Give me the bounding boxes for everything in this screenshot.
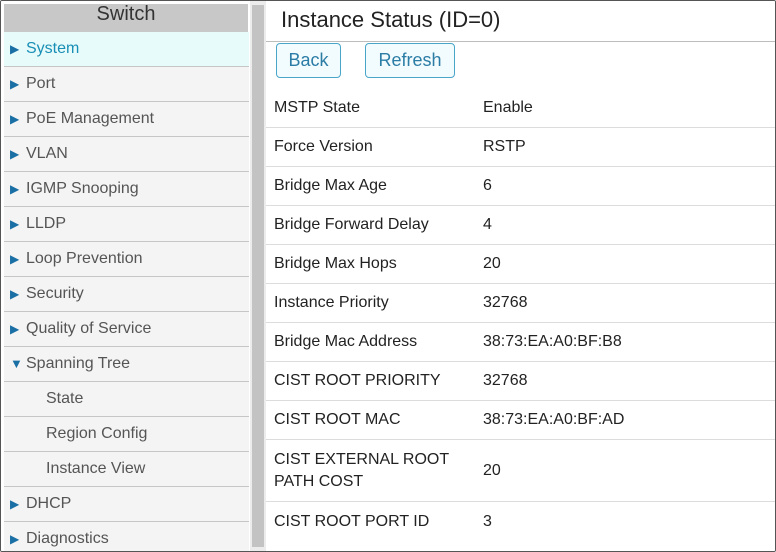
expand-arrow-icon: ▶ bbox=[10, 532, 20, 546]
expand-arrow-icon: ▶ bbox=[10, 147, 20, 161]
expand-arrow-icon: ▶ bbox=[10, 42, 20, 56]
table-row: Bridge Mac Address 38:73:EA:A0:BF:B8 bbox=[266, 323, 775, 362]
row-label: Force Version bbox=[274, 138, 373, 155]
sidebar-item-quality-of-service[interactable]: ▶ Quality of Service bbox=[4, 312, 249, 347]
row-label: Bridge Max Age bbox=[274, 177, 387, 194]
row-value: 20 bbox=[483, 255, 501, 272]
sidebar-item-label: Security bbox=[26, 285, 84, 302]
sidebar-title: Switch bbox=[4, 4, 248, 32]
sidebar-item-port[interactable]: ▶ Port bbox=[4, 67, 249, 102]
sidebar-subitem-region-config[interactable]: Region Config bbox=[4, 417, 249, 452]
sidebar-item-loop-prevention[interactable]: ▶ Loop Prevention bbox=[4, 242, 249, 277]
table-row: CIST ROOT MAC 38:73:EA:A0:BF:AD bbox=[266, 401, 775, 440]
sidebar-item-label: System bbox=[26, 40, 80, 57]
page-title: Instance Status (ID=0) bbox=[281, 7, 501, 32]
sidebar-item-label: PoE Management bbox=[26, 110, 155, 127]
table-row: Bridge Max Hops 20 bbox=[266, 245, 775, 284]
expand-arrow-icon: ▶ bbox=[10, 322, 20, 336]
expand-arrow-icon: ▶ bbox=[10, 217, 20, 231]
expand-arrow-icon: ▶ bbox=[10, 252, 20, 266]
main-content: Instance Status (ID=0) Back Refresh MSTP… bbox=[266, 1, 775, 551]
row-label: Bridge Max Hops bbox=[274, 255, 397, 272]
expand-arrow-icon: ▶ bbox=[10, 287, 20, 301]
sidebar-item-security[interactable]: ▶ Security bbox=[4, 277, 249, 312]
table-row: Instance Priority 32768 bbox=[266, 284, 775, 323]
back-button[interactable]: Back bbox=[276, 43, 341, 78]
collapse-arrow-icon: ▼ bbox=[10, 356, 23, 371]
app-window: Switch ▶ System ▶ Port ▶ PoE Management ▶ VL… bbox=[0, 0, 776, 552]
sidebar: Switch ▶ System ▶ Port ▶ PoE Management ▶ VL… bbox=[1, 1, 250, 551]
title-divider bbox=[266, 41, 775, 42]
table-row: MSTP State Enable bbox=[266, 89, 775, 128]
sidebar-item-poe-management[interactable]: ▶ PoE Management bbox=[4, 102, 249, 137]
sidebar-item-label: Spanning Tree bbox=[26, 355, 131, 372]
sidebar-item-diagnostics[interactable]: ▶ Diagnostics bbox=[4, 522, 249, 551]
row-value: 4 bbox=[483, 216, 492, 233]
row-value: 20 bbox=[483, 461, 501, 479]
table-row: CIST ROOT PRIORITY 32768 bbox=[266, 362, 775, 401]
row-label: MSTP State bbox=[274, 99, 360, 116]
sidebar-item-label: Diagnostics bbox=[26, 530, 109, 547]
sidebar-menu: ▶ System ▶ Port ▶ PoE Management ▶ VLAN ▶ IGM… bbox=[4, 32, 249, 551]
row-value: Enable bbox=[483, 99, 533, 116]
instance-status-table: MSTP State Enable Force Version RSTP Bridg… bbox=[266, 89, 775, 541]
sidebar-item-label: DHCP bbox=[26, 495, 72, 512]
sidebar-item-system[interactable]: ▶ System bbox=[4, 32, 249, 67]
row-label: Instance Priority bbox=[274, 294, 389, 311]
sidebar-item-igmp-snooping[interactable]: ▶ IGMP Snooping bbox=[4, 172, 249, 207]
sidebar-scrollbar[interactable] bbox=[250, 1, 266, 551]
refresh-button[interactable]: Refresh bbox=[365, 43, 455, 78]
row-value: 32768 bbox=[483, 294, 528, 311]
sidebar-subitem-state[interactable]: State bbox=[4, 382, 249, 417]
row-label: Bridge Mac Address bbox=[274, 333, 418, 350]
row-value: 3 bbox=[483, 512, 492, 530]
table-row: Bridge Max Age 6 bbox=[266, 167, 775, 206]
expand-arrow-icon: ▶ bbox=[10, 77, 20, 91]
sidebar-item-dhcp[interactable]: ▶ DHCP bbox=[4, 487, 249, 522]
row-label: CIST EXTERNAL ROOT PATH COST bbox=[274, 450, 449, 490]
row-label: Bridge Forward Delay bbox=[274, 216, 429, 233]
table-row: Bridge Forward Delay 4 bbox=[266, 206, 775, 245]
row-value: 32768 bbox=[483, 372, 528, 389]
row-label: CIST ROOT MAC bbox=[274, 411, 401, 428]
table-row: CIST EXTERNAL ROOT PATH COST 20 bbox=[266, 440, 775, 502]
sidebar-item-label: Port bbox=[26, 75, 56, 92]
sidebar-item-vlan[interactable]: ▶ VLAN bbox=[4, 137, 249, 172]
row-value: RSTP bbox=[483, 138, 526, 155]
expand-arrow-icon: ▶ bbox=[10, 497, 20, 511]
sidebar-item-label: LLDP bbox=[26, 215, 67, 232]
sidebar-item-label: VLAN bbox=[26, 145, 68, 162]
row-value: 38:73:EA:A0:BF:B8 bbox=[483, 333, 622, 350]
sidebar-item-spanning-tree[interactable]: ▼ Spanning Tree bbox=[4, 347, 249, 382]
sidebar-item-label: Quality of Service bbox=[26, 320, 152, 337]
row-value: 6 bbox=[483, 177, 492, 194]
sidebar-item-label: Loop Prevention bbox=[26, 250, 143, 267]
expand-arrow-icon: ▶ bbox=[10, 112, 20, 126]
sidebar-subitem-instance-view[interactable]: Instance View bbox=[4, 452, 249, 487]
expand-arrow-icon: ▶ bbox=[10, 182, 20, 196]
table-row: Force Version RSTP bbox=[266, 128, 775, 167]
row-label: CIST ROOT PRIORITY bbox=[274, 372, 441, 389]
sidebar-item-lldp[interactable]: ▶ LLDP bbox=[4, 207, 249, 242]
table-row: CIST ROOT PORT ID 3 bbox=[266, 502, 775, 541]
sidebar-item-label: IGMP Snooping bbox=[26, 180, 139, 197]
row-value: 38:73:EA:A0:BF:AD bbox=[483, 411, 625, 428]
scrollbar-thumb[interactable] bbox=[252, 5, 264, 547]
row-label: CIST ROOT PORT ID bbox=[274, 512, 430, 530]
